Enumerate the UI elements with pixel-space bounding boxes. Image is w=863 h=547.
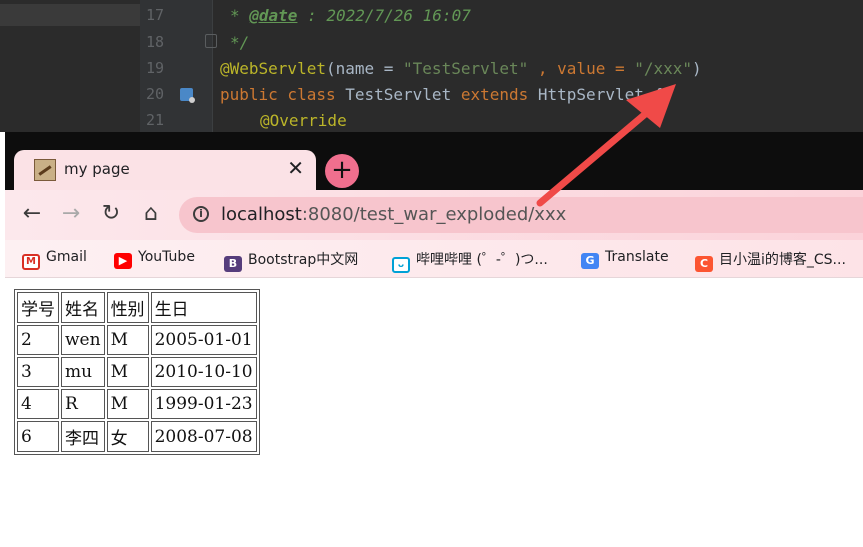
line-number: 20: [146, 85, 165, 103]
brace: {: [653, 85, 664, 104]
bookmark-label: Bootstrap中文网: [248, 252, 359, 268]
comment-prefix: *: [230, 6, 250, 25]
bookmark-label: Gmail: [46, 249, 87, 265]
table-row: 6 李四 女 2008-07-08: [17, 421, 257, 452]
table-row: 4 R M 1999-01-23: [17, 389, 257, 419]
line-number: 19: [146, 59, 165, 77]
code-line-17: * @date : 2022/7/26 16:07: [230, 6, 471, 25]
bookmark-label: 目小温i的博客_CS...: [719, 252, 846, 268]
browser-toolbar: ← → ↻ ⌂ i localhost:8080/test_war_explod…: [5, 190, 863, 240]
table-cell: 2010-10-10: [150, 357, 257, 387]
code-text: , value =: [528, 59, 635, 78]
table-cell: 6: [17, 421, 59, 452]
table-cell: 女: [106, 421, 149, 452]
bookmarks-bar: M Gmail ▶ YouTube B Bootstrap中文网 ᴗ 哔哩哔哩 (゜-゜…: [5, 240, 863, 278]
reload-button[interactable]: ↻: [98, 202, 124, 226]
bilibili-icon: ᴗ: [392, 257, 410, 273]
doc-tag: @date: [249, 6, 298, 25]
address-bar[interactable]: i localhost:8080/test_war_exploded/xxx: [179, 197, 863, 233]
table-cell: 2008-07-08: [150, 421, 257, 452]
forward-button[interactable]: →: [58, 202, 84, 226]
gmail-icon: M: [22, 254, 40, 270]
table-cell: 3: [17, 357, 59, 387]
code-line-18: */: [230, 33, 249, 52]
header-cell: 性别: [106, 292, 149, 323]
comment-end: */: [230, 33, 250, 52]
bookmark-label: 哔哩哔哩 (゜-゜)つ...: [416, 252, 548, 268]
youtube-icon: ▶: [114, 253, 132, 269]
header-cell: 学号: [17, 292, 59, 323]
code-line-20: public class TestServlet extends HttpSer…: [220, 85, 663, 104]
bookmark-label: YouTube: [138, 249, 195, 265]
ide-editor: 17 18 19 20 21 * @date : 2022/7/26 16:07…: [0, 0, 863, 132]
line-number: 17: [146, 6, 165, 24]
url-text[interactable]: localhost:8080/test_war_exploded/xxx: [221, 204, 566, 225]
doc-value: : 2022/7/26 16:07: [297, 6, 471, 25]
header-cell: 生日: [150, 292, 257, 323]
bookmark-youtube[interactable]: ▶ YouTube: [114, 249, 195, 269]
line-number: 21: [146, 111, 165, 129]
editor-gutter: 17 18 19 20 21: [140, 0, 213, 132]
table-cell: 李四: [61, 421, 105, 452]
project-panel-selection: [0, 4, 140, 26]
bookmark-bootstrap[interactable]: B Bootstrap中文网: [224, 249, 358, 272]
annotation: @WebServlet: [220, 59, 326, 78]
project-panel: [0, 0, 140, 132]
tab-close-icon[interactable]: ✕: [287, 156, 304, 180]
url-path: :8080/test_war_exploded/xxx: [301, 204, 567, 225]
table-header-row: 学号 姓名 性别 生日: [17, 292, 257, 323]
back-button[interactable]: ←: [19, 202, 45, 226]
tomcat-favicon-icon: [34, 159, 56, 181]
bookmark-csdn[interactable]: C 目小温i的博客_CS...: [695, 249, 846, 272]
servlet-gutter-icon[interactable]: [180, 88, 195, 103]
tab-strip: my page ✕ +: [5, 132, 863, 190]
student-table: 学号 姓名 性别 生日 2 wen M 2005-01-01 3 mu M 20…: [14, 289, 260, 455]
table-cell: M: [106, 389, 149, 419]
bootstrap-icon: B: [224, 256, 242, 272]
table-row: 2 wen M 2005-01-01: [17, 325, 257, 355]
home-button[interactable]: ⌂: [138, 202, 164, 226]
table-cell: wen: [61, 325, 105, 355]
tab-my-page[interactable]: my page ✕: [14, 150, 316, 190]
url-pattern-string: "/xxx": [634, 59, 693, 78]
tab-title: my page: [64, 160, 130, 178]
table-cell: M: [106, 357, 149, 387]
bookmark-label: Translate: [605, 249, 669, 265]
page-content: 学号 姓名 性别 生日 2 wen M 2005-01-01 3 mu M 20…: [5, 278, 863, 547]
keyword: extends: [460, 85, 538, 104]
bookmark-translate[interactable]: G Translate: [581, 249, 669, 269]
bookmark-bilibili[interactable]: ᴗ 哔哩哔哩 (゜-゜)つ...: [392, 249, 548, 273]
table-cell: mu: [61, 357, 105, 387]
string-literal: "TestServlet": [403, 59, 529, 78]
keyword: public class: [220, 85, 346, 104]
code-text: (name =: [325, 59, 404, 78]
code-text: ): [692, 59, 702, 78]
new-tab-button[interactable]: +: [325, 154, 359, 188]
url-host: localhost: [221, 204, 302, 225]
table-row: 3 mu M 2010-10-10: [17, 357, 257, 387]
table-cell: R: [61, 389, 105, 419]
line-number: 18: [146, 33, 165, 51]
site-info-icon[interactable]: i: [193, 206, 209, 222]
table-cell: 2005-01-01: [150, 325, 257, 355]
browser-window: my page ✕ + ← → ↻ ⌂ i localhost:8080/tes…: [5, 132, 863, 547]
header-cell: 姓名: [61, 292, 105, 323]
code-line-19: @WebServlet(name = "TestServlet" , value…: [220, 59, 702, 78]
annotation: @Override: [260, 111, 347, 130]
class-name: TestServlet: [345, 85, 461, 104]
bookmark-gmail[interactable]: M Gmail: [22, 249, 87, 270]
parent-class: HttpServlet: [537, 85, 654, 104]
code-line-21: @Override: [260, 111, 347, 130]
translate-icon: G: [581, 253, 599, 269]
table-cell: 2: [17, 325, 59, 355]
code-area[interactable]: * @date : 2022/7/26 16:07 */ @WebServlet…: [220, 0, 702, 132]
fold-marker-icon[interactable]: [205, 34, 217, 48]
csdn-icon: C: [695, 256, 713, 272]
table-cell: 4: [17, 389, 59, 419]
table-cell: 1999-01-23: [150, 389, 257, 419]
table-cell: M: [106, 325, 149, 355]
